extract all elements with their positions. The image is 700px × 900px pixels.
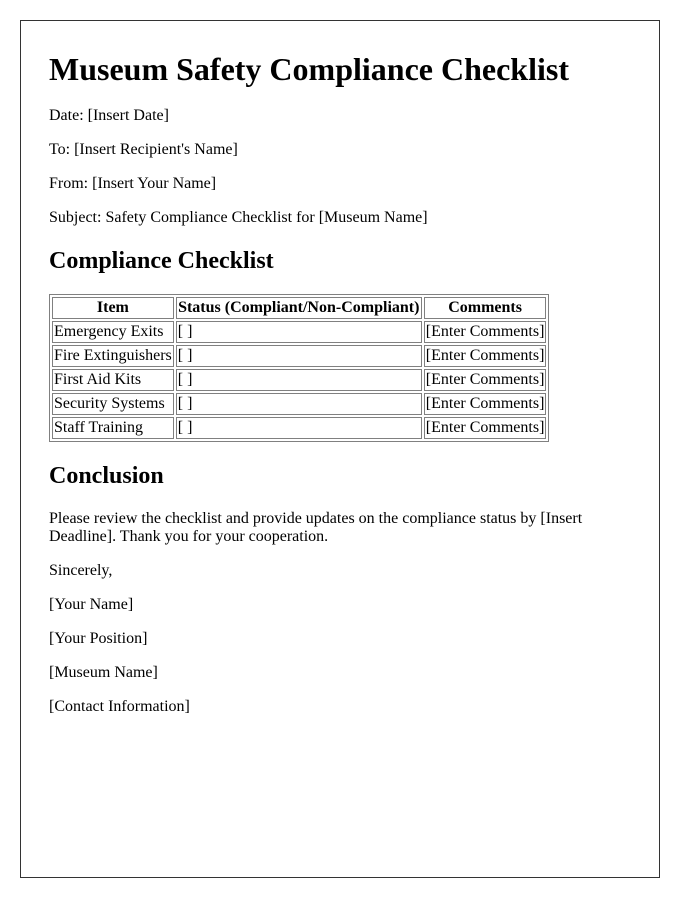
table-row: Security Systems [ ] [Enter Comments]	[52, 393, 547, 415]
signoff-position: [Your Position]	[49, 630, 148, 647]
item-cell: Fire Extinguishers	[52, 345, 174, 367]
conclusion-heading: Conclusion	[49, 463, 164, 489]
signoff-museum: [Museum Name]	[49, 664, 158, 681]
signoff-name: [Your Name]	[49, 596, 134, 613]
signoff-line: Sincerely,	[49, 562, 113, 579]
table-row: Fire Extinguishers [ ] [Enter Comments]	[52, 345, 547, 367]
table-row: Staff Training [ ] [Enter Comments]	[52, 417, 547, 439]
item-cell: Emergency Exits	[52, 321, 174, 343]
header-item: Item	[52, 297, 174, 319]
table-row: Emergency Exits [ ] [Enter Comments]	[52, 321, 547, 343]
status-cell: [ ]	[175, 345, 422, 367]
checklist-heading: Compliance Checklist	[49, 248, 274, 274]
header-status: Status (Compliant/Non-Compliant)	[175, 297, 422, 319]
item-cell: Security Systems	[52, 393, 174, 415]
comments-cell: [Enter Comments]	[423, 417, 547, 439]
document-title: Museum Safety Compliance Checklist	[49, 51, 569, 87]
from-field: From: [Insert Your Name]	[49, 175, 217, 192]
comments-cell: [Enter Comments]	[423, 393, 547, 415]
header-comments: Comments	[423, 297, 547, 319]
item-cell: Staff Training	[52, 417, 174, 439]
table-row: First Aid Kits [ ] [Enter Comments]	[52, 369, 547, 391]
conclusion-text: Please review the checklist and provide …	[49, 510, 583, 545]
subject-field: Subject: Safety Compliance Checklist for…	[49, 209, 428, 226]
item-cell: First Aid Kits	[52, 369, 174, 391]
status-cell: [ ]	[175, 321, 422, 343]
status-cell: [ ]	[175, 417, 422, 439]
table-header-row: Item Status (Compliant/Non-Compliant) Co…	[52, 297, 547, 319]
comments-cell: [Enter Comments]	[423, 321, 547, 343]
comments-cell: [Enter Comments]	[423, 345, 547, 367]
to-field: To: [Insert Recipient's Name]	[49, 141, 238, 158]
signoff-contact: [Contact Information]	[49, 698, 190, 715]
date-field: Date: [Insert Date]	[49, 107, 169, 124]
compliance-table: Item Status (Compliant/Non-Compliant) Co…	[49, 294, 550, 442]
document-page: Museum Safety Compliance Checklist Date:…	[20, 20, 660, 878]
comments-cell: [Enter Comments]	[423, 369, 547, 391]
status-cell: [ ]	[175, 393, 422, 415]
status-cell: [ ]	[175, 369, 422, 391]
